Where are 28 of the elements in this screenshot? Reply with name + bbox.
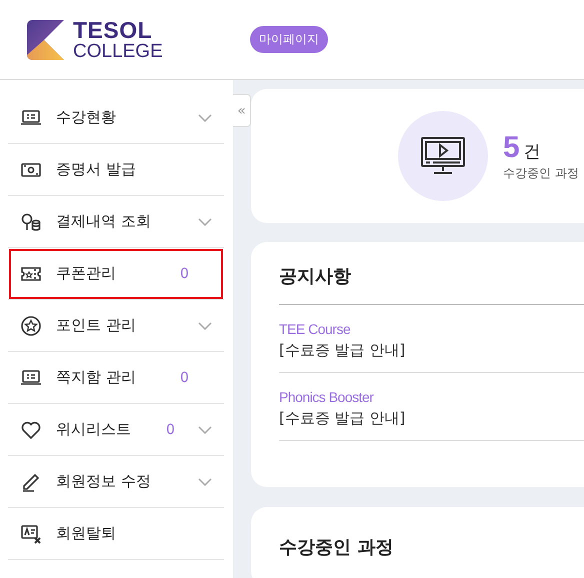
count-label: 0 (180, 370, 190, 386)
logo-title: TESOL (73, 18, 154, 42)
mypage-button[interactable]: 마이페이지 (250, 26, 328, 53)
sidebar-item[interactable]: 회원정보 수정 (8, 456, 224, 508)
sidebar-item[interactable]: 포인트 관리 (8, 300, 224, 352)
notice-course[interactable]: TEE Course (279, 321, 584, 337)
sidebar-item[interactable]: 쿠폰관리 0 (8, 248, 224, 300)
sidebar-item[interactable]: 위시리스트 0 (8, 404, 224, 456)
section-title: 수강중인 과정 (279, 536, 394, 560)
count-label: 0 (180, 266, 190, 282)
notice-course[interactable]: Phonics Booster (279, 389, 584, 405)
sidebar-item[interactable]: 수강현황 (8, 92, 224, 144)
sidebar-item[interactable]: 회원탈퇴 (8, 508, 224, 560)
course-count: 5 (503, 130, 520, 164)
notice-title[interactable]: [수료증 발급 안내] (279, 409, 584, 428)
sidebar-item[interactable]: 결제내역 조회 (8, 196, 224, 248)
count-unit: 건 (524, 142, 541, 162)
monitor-play-icon (421, 137, 465, 175)
notice-title[interactable]: [수료증 발급 안내] (279, 341, 584, 360)
count-label: 0 (166, 422, 176, 438)
summary-caption: 수강중인 과정 (503, 164, 579, 182)
logo-subtitle: COLLEGE (73, 42, 163, 60)
search-coins-icon (20, 210, 42, 232)
section-title: 공지사항 (279, 264, 584, 305)
sidebar-item[interactable]: 증명서 발급 (8, 144, 224, 196)
sidebar-item[interactable]: 쪽지함 관리 0 (8, 352, 224, 404)
card-icon (20, 522, 42, 544)
logo-mark-icon (27, 20, 67, 60)
